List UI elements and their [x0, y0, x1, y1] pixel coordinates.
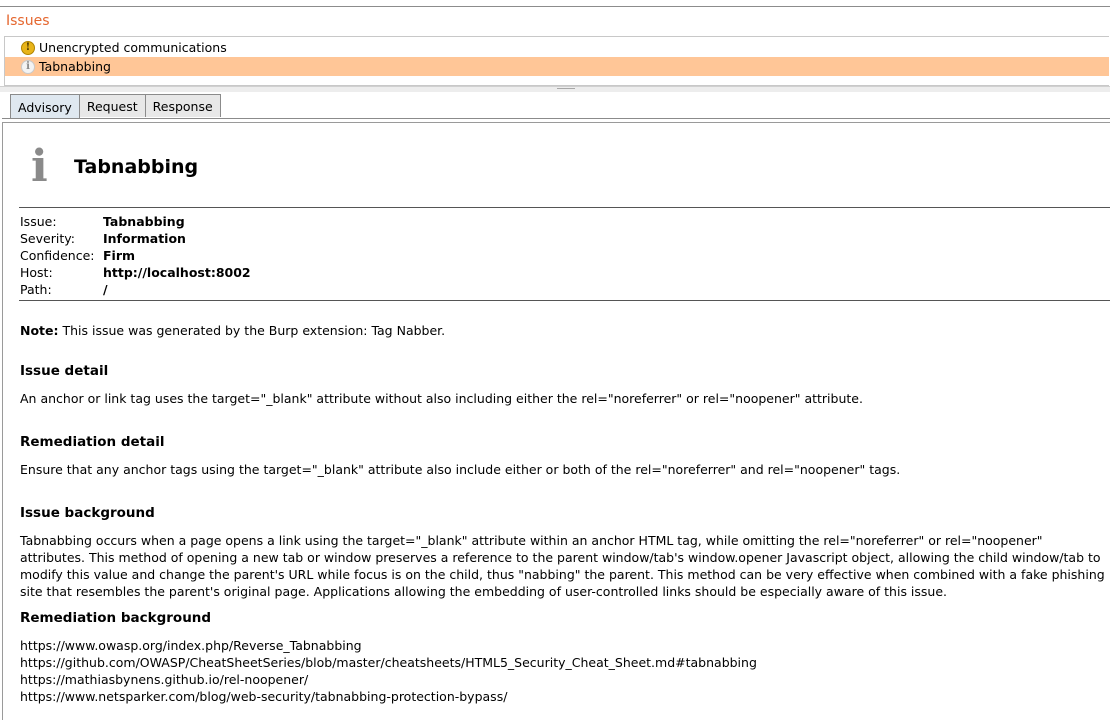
meta-row-host: Host: http://localhost:8002	[20, 264, 251, 281]
warning-icon: !	[21, 40, 35, 55]
note-text: This issue was generated by the Burp ext…	[58, 323, 446, 338]
meta-key: Path:	[20, 282, 52, 297]
reference-link[interactable]: https://mathiasbynens.github.io/rel-noop…	[20, 671, 757, 688]
issue-label: Unencrypted communications	[39, 40, 227, 55]
meta-key: Confidence:	[20, 248, 95, 263]
issue-background-text: Tabnabbing occurs when a page opens a li…	[20, 533, 1105, 599]
tab-request[interactable]: Request	[78, 94, 146, 117]
tab-response[interactable]: Response	[144, 94, 221, 117]
issue-background-heading: Issue background	[20, 505, 155, 521]
issues-list[interactable]: ! Unencrypted communications i Tabnabbin…	[4, 36, 1109, 86]
note-label: Note:	[20, 323, 59, 338]
issue-detail-text: An anchor or link tag uses the target="_…	[20, 391, 863, 406]
info-icon: i	[21, 59, 35, 74]
meta-key: Issue:	[20, 214, 57, 229]
meta-key: Host:	[20, 265, 53, 280]
meta-value: Tabnabbing	[103, 214, 185, 229]
meta-row-path: Path: /	[20, 281, 251, 298]
split-pane-divider[interactable]	[0, 86, 1110, 92]
divider	[19, 207, 1110, 208]
meta-row-confidence: Confidence: Firm	[20, 247, 251, 264]
splitter-grip-icon	[557, 88, 575, 91]
issue-label: Tabnabbing	[39, 59, 111, 74]
meta-key: Severity:	[20, 231, 75, 246]
advisory-title: Tabnabbing	[74, 156, 199, 178]
tab-advisory[interactable]: Advisory	[10, 94, 80, 119]
reference-link[interactable]: https://www.owasp.org/index.php/Reverse_…	[20, 637, 757, 654]
issue-detail-heading: Issue detail	[20, 363, 109, 379]
meta-value: http://localhost:8002	[103, 265, 251, 280]
issue-metadata: Issue: Tabnabbing Severity: Information …	[20, 213, 251, 298]
remediation-detail-heading: Remediation detail	[20, 434, 165, 450]
reference-links: https://www.owasp.org/index.php/Reverse_…	[20, 637, 757, 705]
reference-link[interactable]: https://www.netsparker.com/blog/web-secu…	[20, 688, 757, 705]
divider	[19, 300, 1110, 301]
detail-tabs: Advisory Request Response	[10, 94, 221, 119]
info-severity-icon: i	[31, 141, 48, 192]
meta-row-issue: Issue: Tabnabbing	[20, 213, 251, 230]
issues-panel-title: Issues	[6, 13, 50, 29]
advisory-panel	[2, 122, 1110, 720]
remediation-background-heading: Remediation background	[20, 610, 212, 626]
remediation-detail-text: Ensure that any anchor tags using the ta…	[20, 462, 901, 477]
meta-value: /	[103, 282, 108, 297]
top-panel-edge	[0, 0, 1110, 7]
meta-value: Firm	[103, 248, 136, 263]
meta-row-severity: Severity: Information	[20, 230, 251, 247]
issue-row-tabnabbing[interactable]: i Tabnabbing	[5, 57, 1109, 76]
issue-row-unencrypted[interactable]: ! Unencrypted communications	[5, 38, 1109, 57]
note-paragraph: Note: This issue was generated by the Bu…	[20, 322, 1108, 339]
tab-underline	[2, 118, 1110, 119]
reference-link[interactable]: https://github.com/OWASP/CheatSheetSerie…	[20, 654, 757, 671]
meta-value: Information	[103, 231, 186, 246]
